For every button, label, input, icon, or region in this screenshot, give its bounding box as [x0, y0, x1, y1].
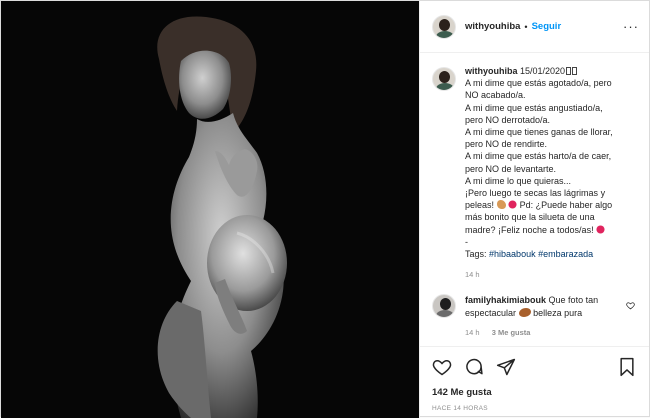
comment-item: familyhakimiabouk Que foto tan espectacu…: [432, 294, 639, 339]
comment-text: Que foto tan: [548, 295, 599, 306]
share-icon[interactable]: [496, 357, 516, 377]
instagram-post: withyouhiba • Seguir ··· withyouhiba 15/…: [0, 0, 650, 418]
post-age[interactable]: HACE 14 HORAS: [420, 405, 649, 412]
caption-line: -: [465, 236, 468, 247]
caption-line: madre? ¡Feliz noche a todos/as!: [465, 224, 594, 235]
post-side-panel: withyouhiba • Seguir ··· withyouhiba 15/…: [419, 1, 649, 418]
separator-dot: •: [524, 21, 528, 32]
caption-first-line: withyouhiba 15/01/2020: [465, 65, 613, 77]
missing-glyph-icon: [572, 67, 578, 75]
caption-line: A mi dime lo que quieras...: [465, 175, 572, 186]
commenter-avatar[interactable]: [432, 294, 456, 319]
caption-line: pero NO de rendirte.: [465, 139, 548, 150]
comments-section: withyouhiba 15/01/2020 A mi dime que est…: [420, 53, 649, 346]
more-options-icon[interactable]: ···: [623, 19, 639, 34]
follow-button[interactable]: Seguir: [532, 21, 562, 32]
caption-line: ¡Pero luego te secas las lágrimas y: [465, 188, 606, 199]
post-header: withyouhiba • Seguir ···: [420, 1, 649, 53]
flexed-arm-icon: [496, 200, 506, 210]
hashtag-link[interactable]: #embarazada: [538, 249, 593, 259]
comment-timestamp[interactable]: 14 h: [465, 328, 480, 337]
caption-line-with-emoji: madre? ¡Feliz noche a todos/as!: [465, 223, 613, 236]
missing-glyph-icon: [566, 67, 572, 75]
comment-text: espectacular: [465, 307, 517, 318]
post-photo[interactable]: [1, 1, 419, 418]
caption-avatar[interactable]: [432, 67, 456, 91]
author-avatar[interactable]: [432, 14, 456, 39]
caption: withyouhiba 15/01/2020 A mi dime que est…: [432, 65, 639, 281]
heart-icon[interactable]: [432, 357, 452, 377]
caption-date: 15/01/2020: [520, 66, 566, 76]
commenter-username[interactable]: familyhakimiabouk: [465, 295, 546, 305]
likes-count[interactable]: 142 Me gusta: [420, 387, 649, 398]
caption-tags-line: Tags: #hibaabouk #embarazada: [465, 248, 613, 260]
tags-label: Tags:: [465, 249, 487, 260]
caption-line: A mi dime que estás harto/a de caer,: [465, 151, 612, 162]
caption-body: withyouhiba 15/01/2020 A mi dime que est…: [465, 65, 613, 281]
comment-text: belleza pura: [533, 307, 583, 318]
red-heart-icon: [506, 199, 519, 211]
caption-line: Pd: ¿Puede haber algo: [519, 200, 613, 211]
caption-line: pero NO derrotado/a.: [465, 114, 551, 125]
red-heart-icon: [594, 223, 607, 235]
author-username[interactable]: withyouhiba: [465, 21, 520, 32]
comment-body: familyhakimiabouk Que foto tan espectacu…: [465, 294, 625, 339]
bookmark-icon[interactable]: [617, 357, 637, 377]
caption-line: peleas!: [465, 200, 495, 211]
caption-username[interactable]: withyouhiba: [465, 66, 518, 76]
photo-illustration: [1, 1, 419, 418]
caption-timestamp[interactable]: 14 h: [465, 269, 613, 281]
comment-icon[interactable]: [464, 357, 484, 377]
caption-line: NO acabado/a.: [465, 90, 526, 101]
comment-likes[interactable]: 3 Me gusta: [492, 328, 531, 337]
hashtag-link[interactable]: #hibaabouk: [489, 249, 536, 259]
caption-line: más bonito que la silueta de una: [465, 212, 595, 223]
clapping-hands-icon: [518, 307, 531, 317]
caption-line: A mi dime que tienes ganas de llorar,: [465, 127, 613, 138]
comment-like-heart-icon[interactable]: [626, 301, 635, 310]
caption-line: A mi dime que estás angustiado/a,: [465, 102, 603, 113]
caption-line-with-emoji: peleas! Pd: ¿Puede haber algo: [465, 199, 613, 211]
comment-meta: 14 h 3 Me gusta: [465, 327, 625, 339]
action-bar: [420, 346, 649, 386]
caption-line: pero NO de levantarte.: [465, 163, 557, 174]
caption-line: A mi dime que estás agotado/a, pero: [465, 78, 612, 89]
